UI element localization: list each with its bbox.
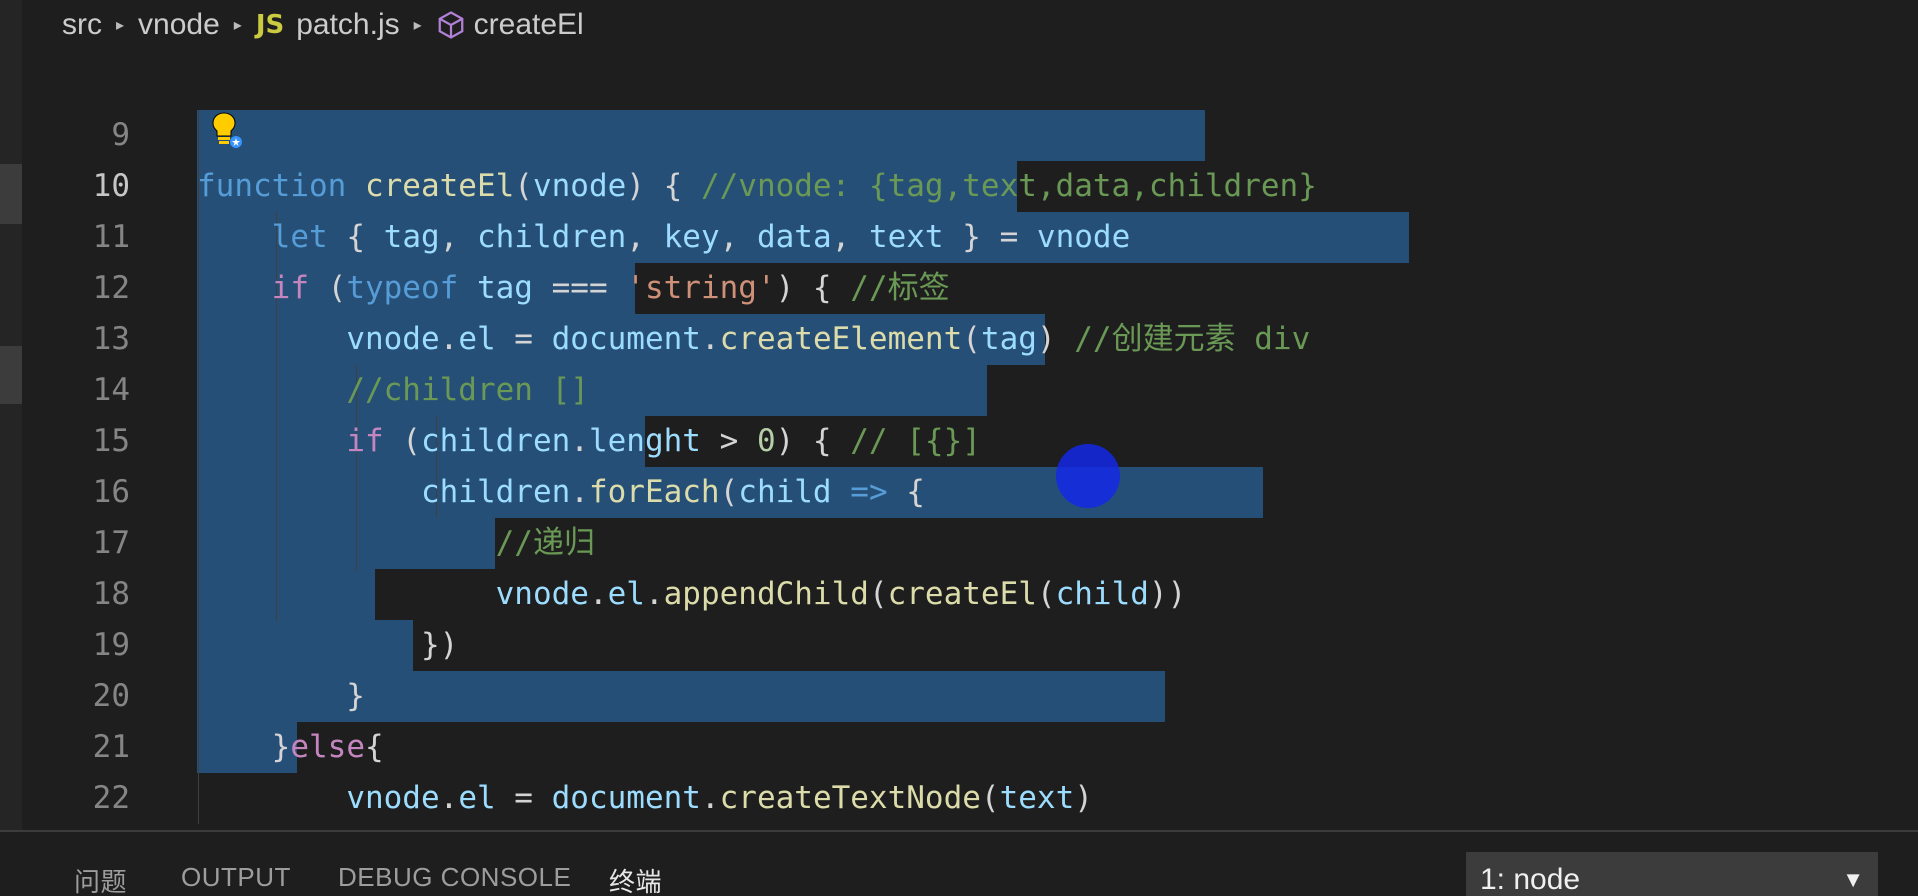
code-line[interactable]: 16 //递归 bbox=[0, 416, 595, 561]
mouse-cursor-highlight bbox=[1056, 444, 1120, 508]
editor-window: src ▸ vnode ▸ JS patch.js ▸ createEl 9 f… bbox=[0, 0, 1918, 896]
breadcrumb-item-src[interactable]: src bbox=[62, 8, 102, 42]
code-line[interactable]: 23 return vnode.el bbox=[0, 773, 552, 896]
code-text: //children [] bbox=[346, 372, 589, 408]
code-editor[interactable]: 9 function createEl(vnode) { //vnode: {t… bbox=[0, 59, 1918, 896]
chevron-right-icon: ▸ bbox=[233, 17, 242, 34]
code-text: } bbox=[197, 678, 365, 714]
breadcrumb-item-symbol[interactable]: createEl bbox=[436, 8, 584, 42]
breadcrumb-item-vnode[interactable]: vnode bbox=[138, 8, 220, 42]
breadcrumb-item-file[interactable]: JS patch.js bbox=[256, 8, 400, 42]
code-text: }else{ bbox=[197, 729, 384, 765]
code-line[interactable]: 18 }) bbox=[0, 518, 459, 663]
chevron-right-icon: ▸ bbox=[116, 17, 125, 34]
js-file-icon: JS bbox=[255, 10, 285, 40]
tab-output[interactable]: OUTPUT bbox=[181, 862, 291, 893]
code-line[interactable]: 17 vnode.el.appendChild(createEl(child)) bbox=[0, 467, 1187, 612]
code-line[interactable]: 22 } bbox=[0, 722, 291, 867]
code-line[interactable]: 15 children.forEach(child => { bbox=[0, 365, 925, 510]
terminal-select[interactable]: 1: node ▼ bbox=[1466, 852, 1878, 896]
code-text: //递归 bbox=[495, 525, 595, 561]
code-text: vnode.el = document.createElement(tag) /… bbox=[346, 321, 1311, 357]
code-line[interactable]: 10 let { tag, children, key, data, text … bbox=[0, 110, 1131, 255]
code-text: vnode.el.appendChild(createEl(child)) bbox=[495, 576, 1187, 612]
code-text: if (children.lenght > 0) { // [{}] bbox=[346, 423, 981, 459]
symbol-class-icon bbox=[438, 11, 464, 39]
breadcrumb: src ▸ vnode ▸ JS patch.js ▸ createEl bbox=[62, 0, 584, 50]
chevron-down-icon: ▼ bbox=[1842, 867, 1864, 892]
code-text: children.forEach(child => { bbox=[420, 474, 925, 510]
code-line[interactable]: 9 function createEl(vnode) { //vnode: {t… bbox=[0, 59, 1317, 204]
chevron-right-icon: ▸ bbox=[413, 17, 422, 34]
code-line[interactable]: 19 } bbox=[0, 569, 365, 714]
tab-terminal[interactable]: 终端 bbox=[609, 862, 662, 896]
code-text: function createEl(vnode) { //vnode: {tag… bbox=[197, 168, 1317, 204]
tab-debug-console[interactable]: DEBUG CONSOLE bbox=[338, 862, 571, 893]
code-line[interactable]: 21 vnode.el = document.createTextNode(te… bbox=[0, 671, 1093, 816]
lightbulb-icon[interactable] bbox=[208, 110, 244, 150]
code-text: let { tag, children, key, data, text } =… bbox=[271, 219, 1131, 255]
code-line[interactable]: 13 //children [] bbox=[0, 263, 589, 408]
code-text: }) bbox=[197, 627, 459, 663]
code-text: if (typeof tag === 'string') { //标签 bbox=[271, 270, 950, 306]
code-line[interactable]: 14 if (children.lenght > 0) { // [{}] bbox=[0, 314, 981, 459]
code-line[interactable]: 11 if (typeof tag === 'string') { //标签 bbox=[0, 161, 950, 306]
bottom-panel: 问题 OUTPUT DEBUG CONSOLE 终端 1: node ▼ bbox=[0, 832, 1918, 896]
code-line[interactable]: 20 }else{ bbox=[0, 620, 384, 765]
tab-problems[interactable]: 问题 bbox=[74, 862, 127, 896]
code-text: vnode.el = document.createTextNode(text) bbox=[346, 780, 1093, 816]
code-line[interactable]: 12 vnode.el = document.createElement(tag… bbox=[0, 212, 1311, 357]
